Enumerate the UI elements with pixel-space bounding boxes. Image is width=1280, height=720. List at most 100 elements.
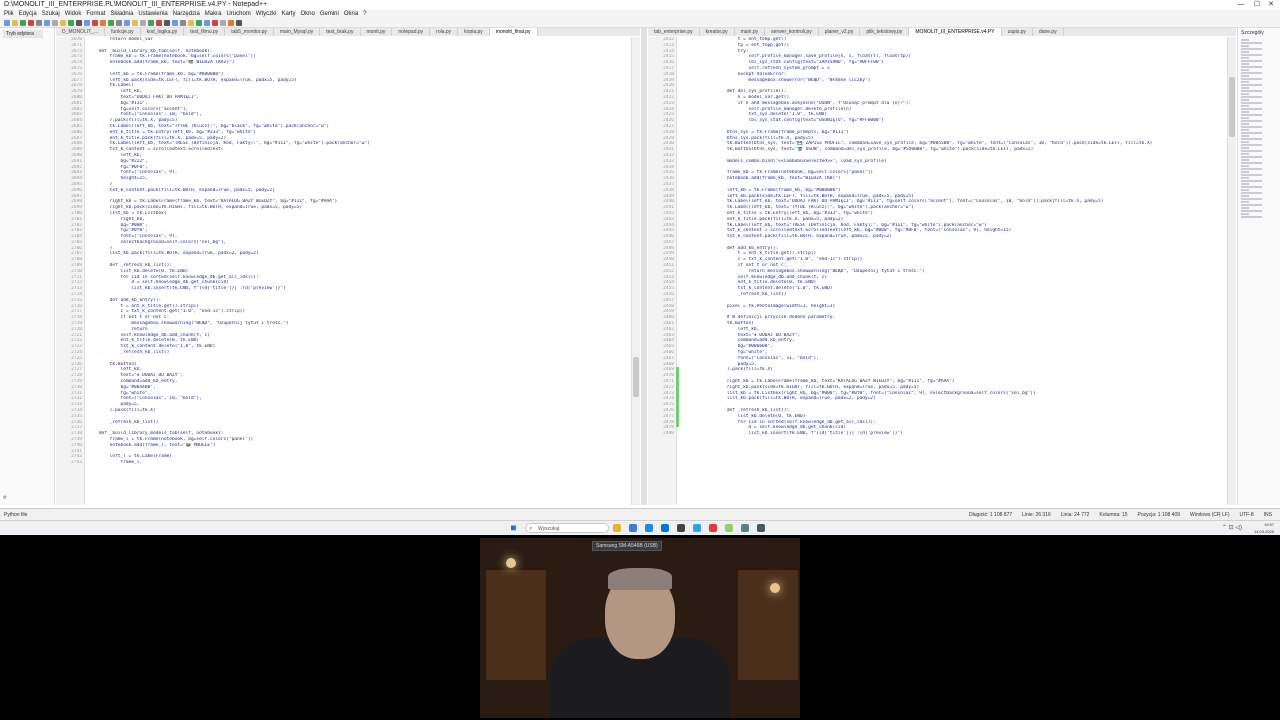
minimize-button[interactable]: — — [1234, 0, 1248, 10]
toolbar-button-icon[interactable] — [124, 19, 130, 26]
menu-item[interactable]: Makra — [205, 11, 222, 17]
toolbar-button-icon[interactable] — [164, 19, 170, 26]
file-tab[interactable]: notepad.py — [392, 28, 431, 36]
menu-item[interactable]: ? — [363, 11, 366, 17]
menu-item[interactable]: Widok — [65, 11, 82, 17]
toolbar-button-icon[interactable] — [92, 19, 98, 26]
file-tab[interactable]: kreator.py — [700, 28, 735, 36]
maximize-button[interactable]: ☐ — [1250, 0, 1264, 10]
notepad-plus-icon[interactable] — [725, 524, 733, 532]
left-editor-pane[interactable]: 2670 2671 2672 2673 2674 2675 2676 2677 2678 2679… — [56, 37, 640, 505]
taskbar-search[interactable]: ⌕ Wyszukaj — [525, 523, 609, 533]
system-tray[interactable]: ⌃ ⊡ ◁) — [1222, 524, 1242, 531]
menu-item[interactable]: Edycja — [19, 11, 37, 17]
minimap-line — [1241, 84, 1262, 86]
toolbar-button-icon[interactable] — [212, 19, 218, 26]
toolbar-button-icon[interactable] — [84, 19, 90, 26]
toolbar-button-icon[interactable] — [156, 19, 162, 26]
scroll-thumb[interactable] — [1229, 77, 1235, 137]
file-tab[interactable]: kopia.py — [458, 28, 490, 36]
menu-item[interactable]: Szukaj — [42, 11, 60, 17]
toolbar-button-icon[interactable] — [60, 19, 66, 26]
vertical-scrollbar[interactable] — [631, 37, 640, 505]
file-tab[interactable]: test_brak.py — [320, 28, 361, 36]
toolbar-button-icon[interactable] — [36, 19, 42, 26]
app-icon[interactable] — [693, 524, 701, 532]
mail-icon[interactable] — [645, 524, 653, 532]
file-tab[interactable]: planer_v2.py — [819, 28, 861, 36]
code-line[interactable]: list_kb.insert(tk.END, f"[{d['title']}] … — [716, 431, 1226, 437]
vertical-scrollbar[interactable] — [1227, 37, 1236, 505]
toolbar-button-icon[interactable] — [172, 19, 178, 26]
toolbar-button-icon[interactable] — [220, 19, 226, 26]
menu-item[interactable]: Okno — [300, 11, 314, 17]
toolbar-button-icon[interactable] — [116, 19, 122, 26]
panel-tab[interactable]: Tryb edytora — [3, 30, 43, 38]
file-tab[interactable]: rola.py — [430, 28, 459, 36]
file-tab[interactable]: monit.py — [361, 28, 393, 36]
terminal-icon[interactable] — [677, 524, 685, 532]
menu-item[interactable]: Wtyczki — [256, 11, 277, 17]
menu-item[interactable]: Gemini — [320, 11, 339, 17]
toolbar-button-icon[interactable] — [12, 19, 18, 26]
menu-item[interactable]: Format — [86, 11, 105, 17]
file-tab[interactable]: plik_tekstowy.py — [860, 28, 910, 36]
code-view[interactable]: return model_var def _build_library_kb_t… — [88, 37, 630, 505]
windows-start-icon[interactable]: ■ — [511, 524, 519, 532]
chrome-icon[interactable] — [709, 524, 717, 532]
gear-icon[interactable]: ⚙ — [3, 494, 7, 501]
toolbar-button-icon[interactable] — [228, 19, 234, 26]
close-button[interactable]: ✕ — [1264, 0, 1278, 10]
file-tab[interactable]: serwer_kontroli.py — [765, 28, 819, 36]
menu-item[interactable]: Okna — [344, 11, 358, 17]
toolbar-button-icon[interactable] — [236, 19, 242, 26]
toolbar-button-icon[interactable] — [108, 19, 114, 26]
menu-item[interactable]: Uruchom — [226, 11, 250, 17]
menu-item[interactable]: Ustawienia — [138, 11, 167, 17]
toolbar-button-icon[interactable] — [4, 19, 10, 26]
file-explorer-icon[interactable] — [613, 524, 621, 532]
edge-icon[interactable] — [661, 524, 669, 532]
file-tab[interactable]: tab5_monitor.py — [225, 28, 274, 36]
file-tab[interactable]: monolit_final.py — [489, 28, 538, 36]
toolbar-button-icon[interactable] — [148, 19, 154, 26]
file-tab[interactable]: main_Mysql.py — [274, 28, 321, 36]
file-tab[interactable]: main.py — [735, 28, 766, 36]
file-tab[interactable]: zapis.py — [1002, 28, 1033, 36]
store-icon[interactable] — [629, 524, 637, 532]
file-tab[interactable]: funkcje.py — [105, 28, 141, 36]
toolbar-button-icon[interactable] — [132, 19, 138, 26]
file-tab[interactable]: MONOLIT_III_ENTERPRISE.v4.PY — [909, 28, 1002, 36]
app-icon[interactable] — [741, 524, 749, 532]
menu-item[interactable]: Karty — [281, 11, 295, 17]
menu-item[interactable]: Składnia — [110, 11, 133, 17]
toolbar-button-icon[interactable] — [188, 19, 194, 26]
toolbar-button-icon[interactable] — [28, 19, 34, 26]
file-tab[interactable]: test_filmu.py — [184, 28, 226, 36]
file-tab[interactable]: D_MONOLIT_... — [56, 28, 106, 36]
toolbar-button-icon[interactable] — [20, 19, 26, 26]
app-icon[interactable] — [757, 524, 765, 532]
file-tab[interactable]: dane.py — [1033, 28, 1064, 36]
splitter[interactable] — [641, 28, 647, 505]
toolbar-button-icon[interactable] — [204, 19, 210, 26]
right-editor-pane[interactable]: 2412 2413 2414 2415 2416 2417 2418 2419 2420 2421… — [648, 37, 1236, 505]
menu-item[interactable]: Plik — [4, 11, 14, 17]
code-line[interactable]: frame_l, — [88, 460, 630, 466]
toolbar-button-icon[interactable] — [196, 19, 202, 26]
menu-item[interactable]: Narzędzia — [173, 11, 200, 17]
file-tab[interactable]: tab_enterprise.py — [648, 28, 700, 36]
toolbar-button-icon[interactable] — [44, 19, 50, 26]
toolbar-button-icon[interactable] — [52, 19, 58, 26]
status-eol[interactable]: Windows (CR LF) — [1190, 509, 1229, 520]
code-view[interactable]: t = ent_temp.get() tp = ent_topp.get() t… — [716, 37, 1226, 505]
clock[interactable]: 19:57 14.03.2025 — [1254, 521, 1274, 535]
toolbar-button-icon[interactable] — [100, 19, 106, 26]
status-encoding[interactable]: UTF-8 — [1239, 509, 1253, 520]
file-tab[interactable]: kod_logika.py — [141, 28, 185, 36]
toolbar-button-icon[interactable] — [76, 19, 82, 26]
toolbar-button-icon[interactable] — [140, 19, 146, 26]
toolbar-button-icon[interactable] — [68, 19, 74, 26]
toolbar-button-icon[interactable] — [180, 19, 186, 26]
scroll-thumb[interactable] — [633, 357, 639, 397]
